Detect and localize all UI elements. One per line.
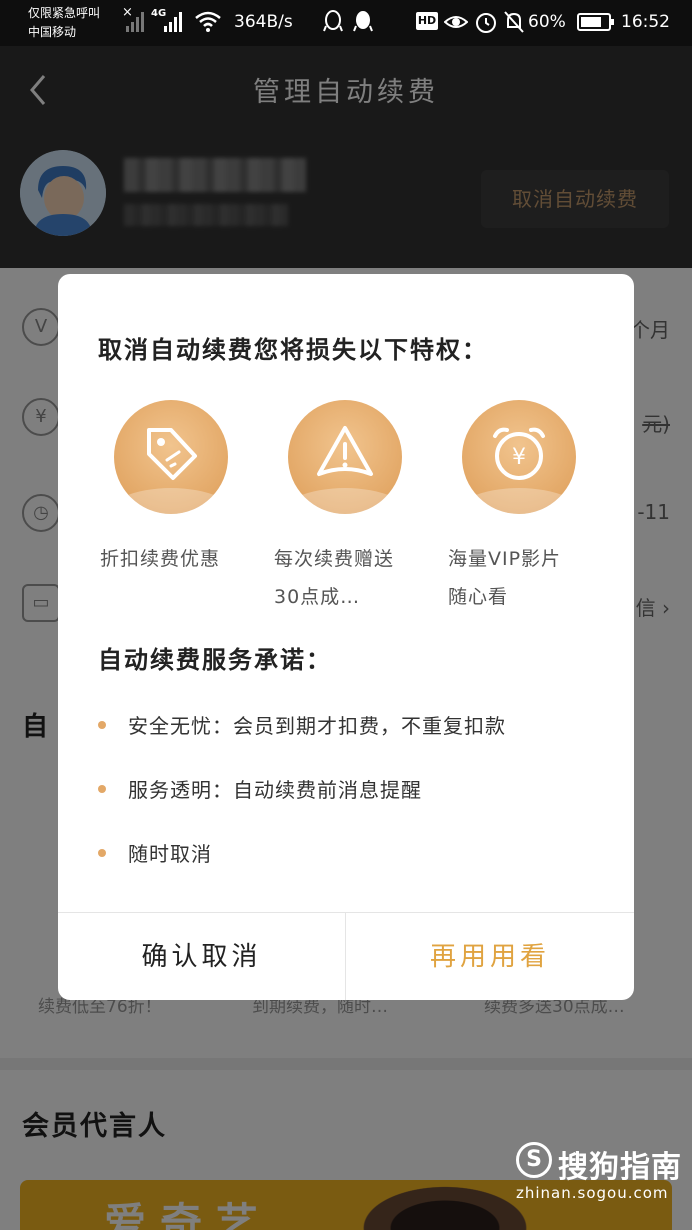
gift-icon xyxy=(317,426,373,476)
promise-text: 安全无忧：会员到期才扣费，不重复扣款 xyxy=(128,714,506,738)
alarm-clock-yen-icon: ¥ xyxy=(493,427,545,480)
status-bar: 仅限紧急呼叫 中国移动 × 4G 364B/s HD 60% 16:52 xyxy=(0,0,692,46)
signal-icon xyxy=(126,12,144,32)
promise-text: 服务透明：自动续费前消息提醒 xyxy=(128,778,422,802)
battery-icon xyxy=(577,13,614,31)
privilege-label: 每次续费赠送30点成… xyxy=(274,548,395,608)
carrier-line2: 中国移动 xyxy=(28,25,77,39)
privilege-icon-circle: ¥ xyxy=(462,400,576,514)
battery-percent: 60% xyxy=(528,12,566,32)
dialog-title: 取消自动续费您将损失以下特权： xyxy=(98,336,488,364)
carrier-info: 仅限紧急呼叫 中国移动 xyxy=(28,4,100,42)
qq-icon xyxy=(323,10,343,32)
clock: 16:52 xyxy=(621,12,670,32)
watermark-name: 搜狗指南 xyxy=(558,1150,682,1185)
watermark-url: zhinan.sogou.com xyxy=(516,1184,669,1202)
wifi-icon xyxy=(195,11,221,32)
promise-text: 随时取消 xyxy=(128,842,212,866)
cancel-confirm-dialog: 取消自动续费您将损失以下特权： 折扣续费优惠 每次续费赠送30点成… ¥ 海量V… xyxy=(58,274,634,1000)
mute-icon xyxy=(504,11,524,33)
bullet-icon xyxy=(98,848,106,857)
qq-icon xyxy=(353,11,373,32)
hd-badge: HD xyxy=(416,12,438,30)
promise-item: 随时取消 xyxy=(98,838,212,867)
privilege-icon-circle xyxy=(114,400,228,514)
carrier-line1: 仅限紧急呼叫 xyxy=(28,6,101,20)
bullet-icon xyxy=(98,784,106,793)
confirm-cancel-button[interactable]: 确认取消 xyxy=(58,913,345,1000)
promise-item: 服务透明：自动续费前消息提醒 xyxy=(98,774,422,803)
keep-using-button[interactable]: 再用用看 xyxy=(346,913,634,1000)
promise-item: 安全无忧：会员到期才扣费，不重复扣款 xyxy=(98,710,506,739)
bullet-icon xyxy=(98,720,106,729)
eye-icon xyxy=(444,16,468,28)
signal-icon xyxy=(164,12,182,32)
sogou-logo-icon: S xyxy=(516,1142,552,1178)
dialog-footer: 确认取消 再用用看 xyxy=(58,912,634,1000)
tag-icon xyxy=(147,428,197,480)
privilege-icon-circle xyxy=(288,400,402,514)
alarm-icon xyxy=(476,13,496,33)
privilege-label: 海量VIP影片随心看 xyxy=(448,548,562,608)
network-speed: 364B/s xyxy=(234,12,293,32)
promise-title: 自动续费服务承诺： xyxy=(98,646,332,674)
svg-text:¥: ¥ xyxy=(512,445,526,470)
privilege-label: 折扣续费优惠 xyxy=(100,548,221,570)
